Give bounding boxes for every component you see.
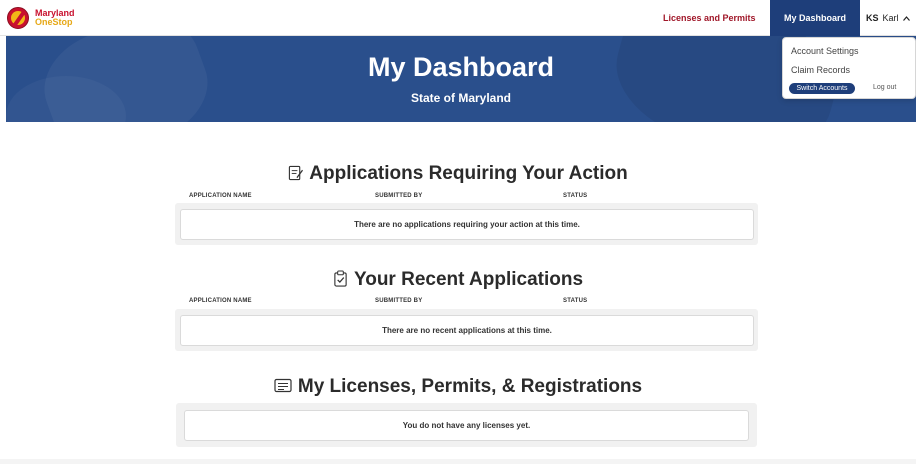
nav-licenses-and-permits[interactable]: Licenses and Permits	[663, 0, 756, 36]
dashboard-hero-banner: My Dashboard State of Maryland	[6, 36, 916, 122]
page-subtitle: State of Maryland	[410, 91, 512, 105]
user-menu-toggle[interactable]: KS Karl	[866, 0, 916, 36]
section-title-recent: Your Recent Applications	[0, 269, 916, 291]
user-dropdown-menu: Account Settings Claim Records Switch Ac…	[782, 37, 916, 99]
section-title-licenses: My Licenses, Permits, & Registrations	[0, 376, 916, 398]
empty-state-message: You do not have any licenses yet.	[184, 410, 749, 441]
column-header-application-name[interactable]: APPLICATION NAME	[189, 298, 252, 304]
column-header-status[interactable]: STATUS	[563, 193, 587, 199]
column-header-status[interactable]: STATUS	[563, 298, 587, 304]
account-settings-link[interactable]: Account Settings	[791, 46, 859, 56]
user-initials: KS	[866, 13, 879, 23]
chevron-up-icon	[902, 14, 910, 23]
column-header-submitted-by[interactable]: SUBMITTED BY	[375, 298, 422, 304]
claim-records-link[interactable]: Claim Records	[791, 65, 850, 75]
nav-my-dashboard[interactable]: My Dashboard	[770, 0, 860, 36]
id-card-icon	[274, 376, 292, 398]
section-title-text: Applications Requiring Your Action	[309, 163, 628, 184]
empty-state-message: There are no recent applications at this…	[180, 315, 754, 346]
maryland-onestop-logo[interactable]: Maryland OneStop	[7, 7, 75, 29]
column-header-submitted-by[interactable]: SUBMITTED BY	[375, 193, 422, 199]
section-title-text: Your Recent Applications	[353, 269, 584, 290]
log-out-link[interactable]: Log out	[873, 84, 896, 91]
empty-state-message: There are no applications requiring your…	[180, 209, 754, 240]
section-title-action: Applications Requiring Your Action	[0, 163, 916, 185]
clipboard-check-icon	[333, 269, 348, 291]
page-footer-edge	[0, 459, 916, 464]
user-name: Karl	[882, 13, 899, 23]
section-title-text: My Licenses, Permits, & Registrations	[297, 376, 643, 397]
logo-text: Maryland OneStop	[35, 9, 75, 27]
column-header-application-name[interactable]: APPLICATION NAME	[189, 193, 252, 199]
top-navigation: Maryland OneStop Licenses and Permits My…	[0, 0, 916, 36]
logo-line-2: OneStop	[35, 17, 73, 27]
switch-accounts-button[interactable]: Switch Accounts	[789, 83, 855, 94]
edit-document-icon	[288, 163, 304, 185]
maryland-flag-icon	[7, 7, 29, 29]
page-title: My Dashboard	[367, 52, 555, 82]
